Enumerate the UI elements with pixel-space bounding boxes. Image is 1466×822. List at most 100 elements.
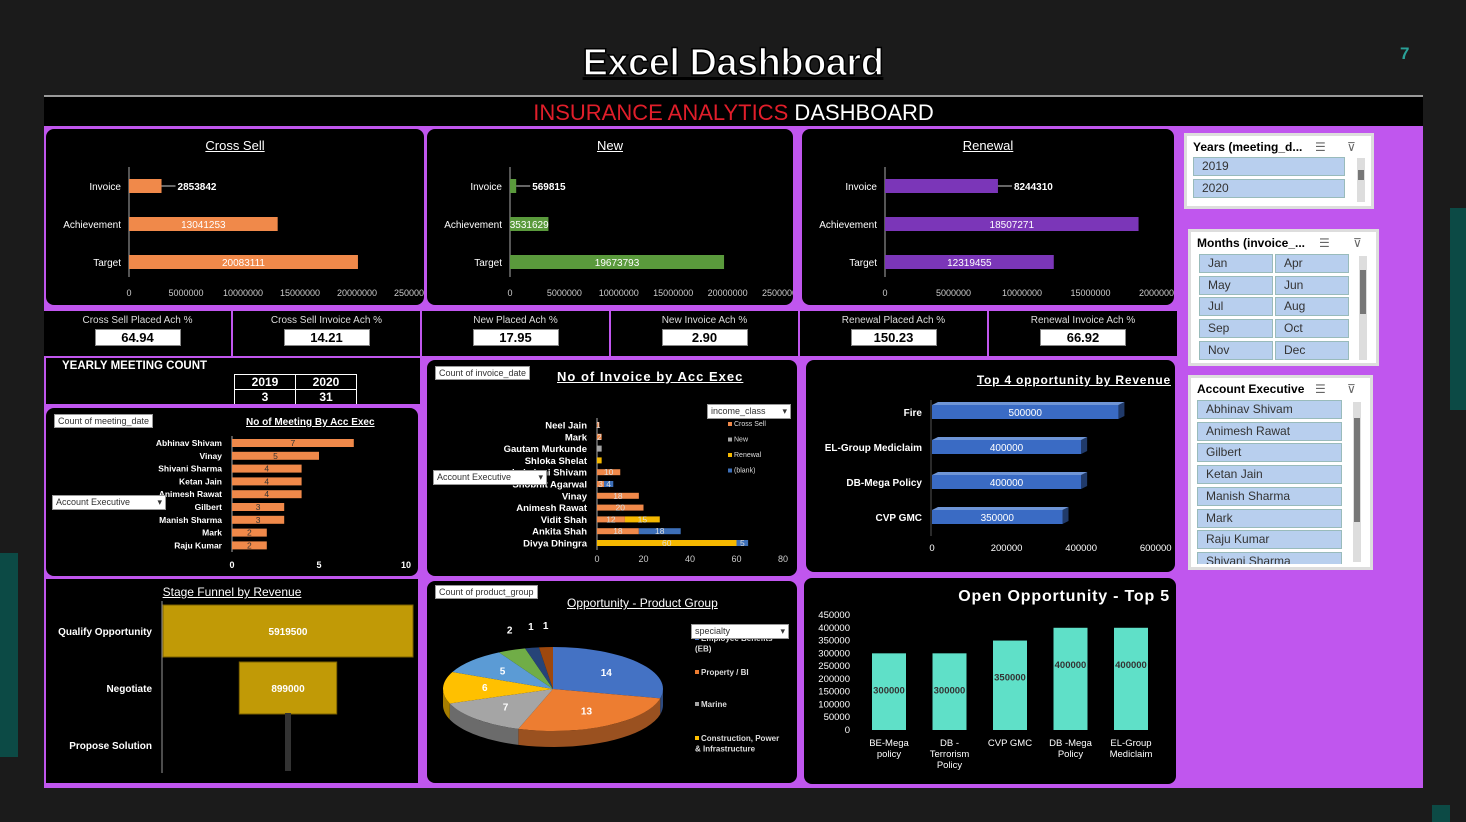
invoice-field-tag[interactable]: Count of invoice_date xyxy=(435,366,531,380)
kpi-value: 14.21 xyxy=(283,329,370,346)
legend-label: Marine xyxy=(701,700,727,709)
slicer-item[interactable]: Jul xyxy=(1199,297,1273,317)
category-label: Gautam Murkunde xyxy=(504,444,587,455)
data-label: 300000 xyxy=(873,685,905,696)
category-label: Invoice xyxy=(845,182,877,193)
year-cell: 2020 xyxy=(295,374,357,390)
cross-sell-panel: Cross Sell Invoice 2853842 Achievement 1304… xyxy=(46,129,424,305)
data-label: 4 xyxy=(264,476,269,486)
slicer-item[interactable]: Manish Sharma xyxy=(1197,486,1342,506)
tick-label: 20 xyxy=(638,554,648,564)
data-label: 3 xyxy=(598,479,603,489)
slicer-item[interactable]: Raju Kumar xyxy=(1197,530,1342,550)
category-label: Mark xyxy=(202,528,222,538)
invoice-chart: Neel Jain 1 Mark 2 Gautam MurkundeShloka She… xyxy=(504,418,788,564)
slicer-item[interactable]: Sep xyxy=(1199,319,1273,339)
years-scrollbar[interactable] xyxy=(1357,158,1365,202)
bar xyxy=(993,640,1027,730)
slicer-item[interactable]: Dec xyxy=(1275,340,1349,360)
tick-label: 300000 xyxy=(818,648,850,659)
bar-top xyxy=(932,437,1088,440)
years-slicer-title: Years (meeting_d... xyxy=(1193,140,1303,154)
legend-label: Construction, Power & Infrastructure xyxy=(695,734,779,754)
bar xyxy=(885,179,998,193)
income-class-dropdown[interactable]: income_class ▾ xyxy=(707,404,791,419)
decor-bar-right xyxy=(1450,208,1466,410)
specialty-dropdown[interactable]: specialty ▾ xyxy=(691,624,789,639)
meeting-exec-dropdown[interactable]: Account Executive ▾ xyxy=(52,495,166,510)
dropdown-arrow-icon: ▾ xyxy=(782,406,787,416)
product-field-tag[interactable]: Count of product_group xyxy=(435,585,538,599)
legend-label-line: & Infrastructure xyxy=(695,745,756,754)
slicer-item[interactable]: 2020 xyxy=(1193,179,1345,198)
year-cell: 2019 xyxy=(234,374,296,390)
top4-panel: Top 4 opportunity by Revenue Fire 500000 E… xyxy=(806,360,1175,572)
slicer-item[interactable]: Ketan Jain xyxy=(1197,465,1342,485)
category-label: Mediclaim xyxy=(1110,749,1153,760)
tick-label: 5000000 xyxy=(547,288,582,298)
years-slicer: Years (meeting_d... ☰ ⊽ 2019 2020 xyxy=(1184,133,1374,209)
data-label: 350000 xyxy=(981,513,1015,524)
kpi-value: 66.92 xyxy=(1040,329,1126,346)
data-label: 4 xyxy=(264,489,269,499)
slicer-item[interactable]: Gilbert xyxy=(1197,443,1342,463)
months-slicer: Months (invoice_... ☰ ⊽ Jan Apr May Jun Jul A… xyxy=(1188,229,1379,366)
tick-label: 0 xyxy=(229,560,234,570)
slicer-item[interactable]: Abhinav Shivam xyxy=(1197,400,1342,419)
slicer-item[interactable]: Animesh Rawat xyxy=(1197,421,1342,441)
category-label: Terrorism xyxy=(930,749,970,760)
data-label: 2 xyxy=(507,626,513,637)
tick-label: 150000 xyxy=(818,687,850,698)
kpi-label: Cross Sell Placed Ach % xyxy=(82,315,193,326)
multi-select-icon[interactable]: ☰ xyxy=(1315,140,1326,154)
category-label: Policy xyxy=(1058,749,1084,760)
clear-filter-icon[interactable]: ⊽ xyxy=(1353,236,1362,250)
category-label: EL-Group Mediclaim xyxy=(825,443,922,454)
months-scrollbar[interactable] xyxy=(1359,256,1367,360)
legend-label: Cross Sell xyxy=(734,421,766,428)
invoice-exec-dropdown[interactable]: Account Executive ▾ xyxy=(433,470,547,485)
account-executive-scrollbar[interactable] xyxy=(1353,402,1361,562)
bar-top xyxy=(932,402,1125,405)
funnel-bar xyxy=(285,713,291,771)
tick-label: 400000 xyxy=(818,623,850,634)
category-label: DB-Mega Policy xyxy=(846,478,922,489)
kpi-card: New Invoice Ach % 2.90 xyxy=(611,311,800,356)
tick-label: 60 xyxy=(731,554,741,564)
pie-chart: 1413765211Employee Benefits(EB)Property … xyxy=(443,621,779,754)
slicer-item[interactable]: Aug xyxy=(1275,297,1349,317)
slicer-item[interactable]: Apr xyxy=(1275,254,1349,273)
category-label: policy xyxy=(877,749,902,760)
category-label: Vinay xyxy=(199,451,222,461)
category-label: EL-Group xyxy=(1110,738,1151,749)
kpi-card: Renewal Invoice Ach % 66.92 xyxy=(989,311,1179,356)
multi-select-icon[interactable]: ☰ xyxy=(1319,236,1330,250)
slicer-item[interactable]: Nov xyxy=(1199,340,1273,360)
kpi-label: New Invoice Ach % xyxy=(661,315,748,326)
slicer-item[interactable]: May xyxy=(1199,275,1273,295)
tick-label: 10000000 xyxy=(223,288,263,298)
data-label: 3531629 xyxy=(510,220,549,231)
category-label: Gilbert xyxy=(195,502,223,512)
tick-label: 0 xyxy=(594,554,599,564)
decor-square xyxy=(1432,805,1450,822)
new-panel: New Invoice 569815 Achievement 3531629 Targe… xyxy=(427,129,793,305)
category-label: Shivani Sharma xyxy=(158,464,222,474)
top4-title: Top 4 opportunity by Revenue xyxy=(976,373,1171,387)
slicer-item[interactable]: Oct xyxy=(1275,319,1349,339)
slicer-item[interactable]: Jan xyxy=(1199,254,1273,273)
category-label: Vinay xyxy=(562,491,588,502)
meeting-field-tag[interactable]: Count of meeting_date xyxy=(54,414,154,428)
data-label: 5 xyxy=(500,666,506,677)
data-label: 5919500 xyxy=(269,627,308,638)
months-slicer-title: Months (invoice_... xyxy=(1197,236,1306,250)
slicer-item[interactable]: Jun xyxy=(1275,275,1349,295)
slicer-item[interactable]: Shivani Sharma xyxy=(1197,551,1342,564)
dropdown-arrow-icon: ▾ xyxy=(780,626,785,636)
tick-label: 0 xyxy=(507,288,512,298)
clear-filter-icon[interactable]: ⊽ xyxy=(1347,140,1356,154)
data-label: 19673793 xyxy=(595,258,640,269)
data-label: 1 xyxy=(596,420,601,430)
slicer-item[interactable]: 2019 xyxy=(1193,157,1345,176)
slicer-item[interactable]: Mark xyxy=(1197,508,1342,528)
